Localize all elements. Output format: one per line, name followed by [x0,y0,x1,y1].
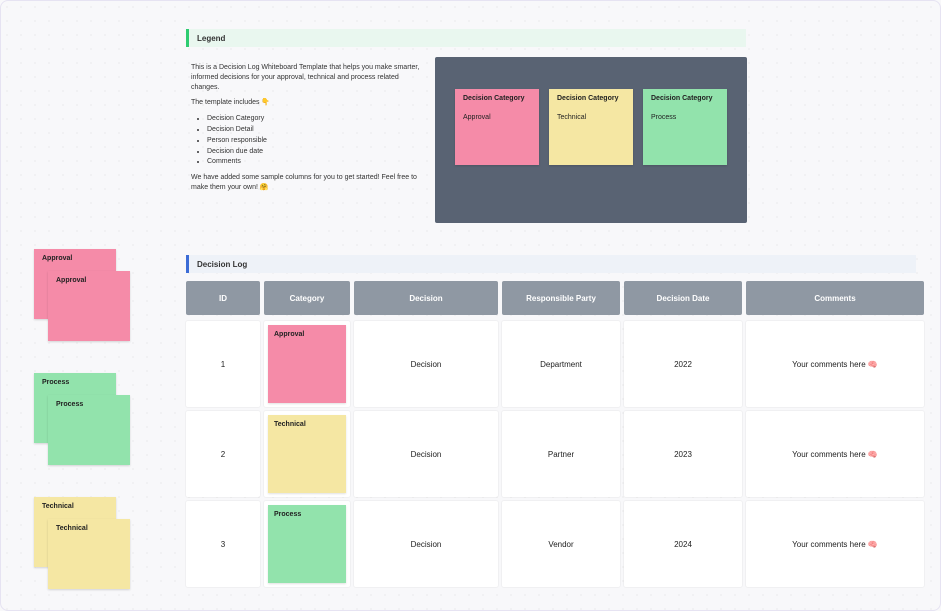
sticky-heading: Decision Category [557,95,618,102]
th-comments: Comments [746,281,924,315]
cell-id[interactable]: 1 [186,321,260,407]
cell-comments[interactable]: Your comments here 🧠 [746,411,924,497]
cell-comments[interactable]: Your comments here 🧠 [746,501,924,587]
legend-description: This is a Decision Log Whiteboard Templa… [191,63,421,199]
sticky-heading: Decision Category [651,95,712,102]
legend-sticky-process[interactable]: Decision Category Process [643,89,727,165]
legend-bullet-list: Decision Category Decision Detail Person… [207,114,421,167]
table-body: 1 Approval Decision Department 2022 Your… [186,321,916,587]
cell-category[interactable]: Technical [264,411,350,497]
sticky-note[interactable]: Technical [48,519,130,589]
cell-id[interactable]: 3 [186,501,260,587]
legend-bullet: Decision Category [207,114,421,124]
th-date: Decision Date [624,281,742,315]
cell-date[interactable]: 2022 [624,321,742,407]
cell-date[interactable]: 2024 [624,501,742,587]
whiteboard-canvas[interactable]: Legend This is a Decision Log Whiteboard… [1,1,940,610]
decision-log-table: ID Category Decision Responsible Party D… [186,281,916,591]
cell-category[interactable]: Approval [264,321,350,407]
cell-date[interactable]: 2023 [624,411,742,497]
legend-sticky-panel: Decision Category Approval Decision Cate… [435,57,747,223]
sticky-sub: Process [651,114,719,121]
legend-bullet: Decision Detail [207,125,421,135]
cell-decision[interactable]: Decision [354,321,498,407]
sticky-heading: Decision Category [463,95,524,102]
category-sticky-process[interactable]: Process [268,505,346,583]
cell-category[interactable]: Process [264,501,350,587]
th-category: Category [264,281,350,315]
cell-decision[interactable]: Decision [354,501,498,587]
decision-log-title: Decision Log [197,260,247,269]
table-row: 2 Technical Decision Partner 2023 Your c… [186,411,916,497]
cell-responsible[interactable]: Vendor [502,501,620,587]
table-row: 1 Approval Decision Department 2022 Your… [186,321,916,407]
table-row: 3 Process Decision Vendor 2024 Your comm… [186,501,916,587]
th-decision: Decision [354,281,498,315]
cell-decision[interactable]: Decision [354,411,498,497]
legend-bullet: Person responsible [207,136,421,146]
cell-responsible[interactable]: Partner [502,411,620,497]
legend-includes-label: The template includes 👇 [191,98,421,108]
category-sticky-technical[interactable]: Technical [268,415,346,493]
sticky-note[interactable]: Approval [48,271,130,341]
legend-bullet: Comments [207,157,421,167]
legend-bullet: Decision due date [207,147,421,157]
cell-id[interactable]: 2 [186,411,260,497]
sticky-sub: Approval [463,114,531,121]
legend-outro: We have added some sample columns for yo… [191,173,421,193]
legend-header: Legend [186,29,746,47]
legend-intro: This is a Decision Log Whiteboard Templa… [191,63,421,92]
legend-title: Legend [197,34,225,43]
cell-comments[interactable]: Your comments here 🧠 [746,321,924,407]
category-sticky-approval[interactable]: Approval [268,325,346,403]
legend-sticky-approval[interactable]: Decision Category Approval [455,89,539,165]
legend-sticky-technical[interactable]: Decision Category Technical [549,89,633,165]
cell-responsible[interactable]: Department [502,321,620,407]
sticky-sub: Technical [557,114,625,121]
table-header-row: ID Category Decision Responsible Party D… [186,281,916,315]
decision-log-header: Decision Log [186,255,916,273]
sticky-note[interactable]: Process [48,395,130,465]
th-responsible: Responsible Party [502,281,620,315]
th-id: ID [186,281,260,315]
